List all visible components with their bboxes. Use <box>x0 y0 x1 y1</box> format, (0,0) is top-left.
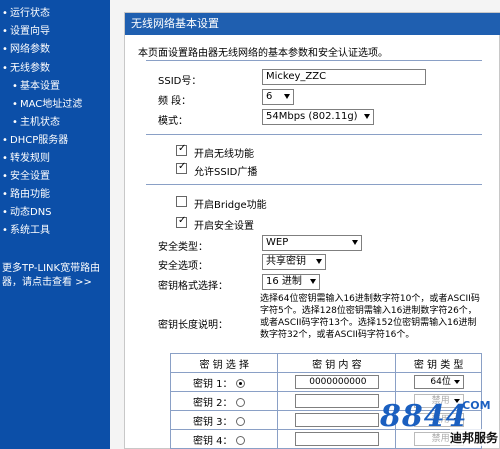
key-3-radio[interactable] <box>235 417 245 426</box>
enable-wireless-label: 开启无线功能 <box>194 149 254 160</box>
key-3-input[interactable] <box>294 413 379 427</box>
key-1-radio[interactable] <box>235 379 245 388</box>
ssid-broadcast-checkbox[interactable] <box>176 161 187 174</box>
security-type-value: WEP <box>266 237 289 248</box>
more-products-link[interactable]: 更多TP-LINK宽带路由 器，请点击查看 >> <box>2 262 108 290</box>
key-select-cell: 密钥 4： <box>169 429 279 449</box>
sidebar-item-mac-filter[interactable]: • MAC地址过滤 <box>12 99 82 111</box>
sidebar-item-host-status[interactable]: • 主机状态 <box>12 117 60 129</box>
security-option-value: 共享密钥 <box>266 256 306 267</box>
more-line-1: 更多TP-LINK宽带路由 <box>2 263 101 274</box>
sidebar-item-routing[interactable]: • 路由功能 <box>2 189 50 201</box>
sidebar-item-forwarding[interactable]: • 转发规则 <box>2 153 50 165</box>
main-area: 无线网络基本设置 本页面设置路由器无线网络的基本参数和安全认证选项。 SSID号… <box>110 0 500 449</box>
sidebar-item-label: 动态DNS <box>10 207 52 218</box>
security-type-select[interactable]: WEP <box>262 235 362 251</box>
chevron-down-icon <box>453 380 460 384</box>
key-format-value: 16 进制 <box>266 276 302 287</box>
key-type-header: 密 钥 类 型 <box>395 353 482 373</box>
watermark-caption: 迪邦服务 <box>450 429 499 446</box>
key-select-header: 密 钥 选 择 <box>169 353 279 373</box>
key-4-input[interactable] <box>294 432 379 446</box>
sidebar-item-label: 主机状态 <box>20 117 60 128</box>
chevron-down-icon <box>364 114 370 119</box>
bridge-checkbox[interactable] <box>176 196 187 207</box>
sidebar-item-security[interactable]: • 安全设置 <box>2 171 50 183</box>
sidebar-item-label: 路由功能 <box>10 189 50 200</box>
key-format-label: 密钥格式选择： <box>158 281 228 292</box>
sidebar-item-label: 系统工具 <box>10 225 50 236</box>
key-content-cell: 0000000000 <box>277 372 397 392</box>
mode-select[interactable]: 54Mbps (802.11g) <box>262 109 374 125</box>
key-type-cell: 64位 <box>395 372 482 392</box>
ssid-input[interactable]: Mickey_ZZC <box>262 69 426 85</box>
sidebar-item-label: 安全设置 <box>10 171 50 182</box>
channel-value: 6 <box>266 91 273 102</box>
key-4-radio[interactable] <box>235 436 245 445</box>
key-table-header: 密 钥 选 择 密 钥 内 容 密 钥 类 型 <box>169 353 482 373</box>
chevron-down-icon <box>316 259 322 264</box>
security-checkbox[interactable] <box>176 215 187 228</box>
key-label: 密钥 2： <box>193 397 233 409</box>
watermark-logo: 8844 .COM 迪邦服务 <box>370 397 500 449</box>
panel-description: 本页面设置路由器无线网络的基本参数和安全认证选项。 <box>138 48 388 59</box>
sidebar-item-label: 运行状态 <box>10 8 50 19</box>
panel-title: 无线网络基本设置 <box>125 13 500 35</box>
sidebar-item-label: MAC地址过滤 <box>20 99 83 110</box>
sidebar-item-label: DHCP服务器 <box>10 135 69 146</box>
sidebar-item-label: 网络参数 <box>10 44 50 55</box>
watermark-domain: .COM <box>458 399 491 412</box>
sidebar-item-label: 设置向导 <box>10 26 50 37</box>
key-select-cell: 密钥 3： <box>169 410 279 430</box>
key-label: 密钥 3： <box>193 416 233 428</box>
key-label: 密钥 4： <box>193 435 233 447</box>
key-content-header: 密 钥 内 容 <box>277 353 397 373</box>
key-length-label: 密钥长度说明： <box>158 320 228 331</box>
mode-value: 54Mbps (802.11g) <box>266 111 358 122</box>
sidebar-item-system-tools[interactable]: • 系统工具 <box>2 225 50 237</box>
sidebar-item-label: 基本设置 <box>20 81 60 92</box>
key-length-help: 选择64位密钥需输入16进制数字符10个，或者ASCII码字符5个。选择128位… <box>260 294 480 340</box>
chevron-down-icon <box>352 240 358 245</box>
sidebar: • 运行状态 • 设置向导 • 网络参数 • 无线参数 • 基本设置 • MAC地址过滤 •… <box>0 0 110 449</box>
sidebar-item-wizard[interactable]: • 设置向导 <box>2 26 50 38</box>
key-select-cell: 密钥 1： <box>169 372 279 392</box>
channel-select[interactable]: 6 <box>262 89 294 105</box>
chevron-down-icon <box>284 94 290 99</box>
key-2-input[interactable] <box>294 394 379 408</box>
channel-label: 频 段： <box>158 96 192 107</box>
divider <box>146 184 482 185</box>
sidebar-item-label: 无线参数 <box>10 63 50 74</box>
sidebar-item-network[interactable]: • 网络参数 <box>2 44 50 56</box>
key-1-type-select[interactable]: 64位 <box>413 375 464 389</box>
ssid-label: SSID号： <box>158 76 202 87</box>
sidebar-item-label: 转发规则 <box>10 153 50 164</box>
chevron-down-icon <box>310 279 316 284</box>
sidebar-item-basic-settings[interactable]: • 基本设置 <box>12 81 60 93</box>
more-line-2: 器，请点击查看 >> <box>2 277 92 288</box>
divider <box>146 134 482 135</box>
sidebar-item-dhcp[interactable]: • DHCP服务器 <box>2 135 68 147</box>
enable-wireless-checkbox[interactable] <box>176 143 187 156</box>
sidebar-item-wireless[interactable]: • 无线参数 <box>2 63 50 75</box>
security-option-label: 安全选项： <box>158 261 208 272</box>
key-format-select[interactable]: 16 进制 <box>262 274 320 290</box>
key-select-cell: 密钥 2： <box>169 391 279 411</box>
security-option-select[interactable]: 共享密钥 <box>262 254 326 270</box>
security-label: 开启安全设置 <box>194 221 254 232</box>
bridge-label: 开启Bridge功能 <box>194 200 267 211</box>
key-1-input[interactable]: 0000000000 <box>294 375 379 389</box>
sidebar-item-ddns[interactable]: • 动态DNS <box>2 207 52 219</box>
mode-label: 模式： <box>158 116 188 127</box>
table-row: 密钥 1： 0000000000 64位 <box>169 372 482 392</box>
sidebar-item-status[interactable]: • 运行状态 <box>2 8 50 20</box>
key-type-value: 64位 <box>430 377 451 387</box>
key-2-radio[interactable] <box>235 398 245 407</box>
ssid-broadcast-label: 允许SSID广播 <box>194 167 258 178</box>
security-type-label: 安全类型： <box>158 242 208 253</box>
key-label: 密钥 1： <box>193 378 233 390</box>
divider <box>146 60 482 61</box>
